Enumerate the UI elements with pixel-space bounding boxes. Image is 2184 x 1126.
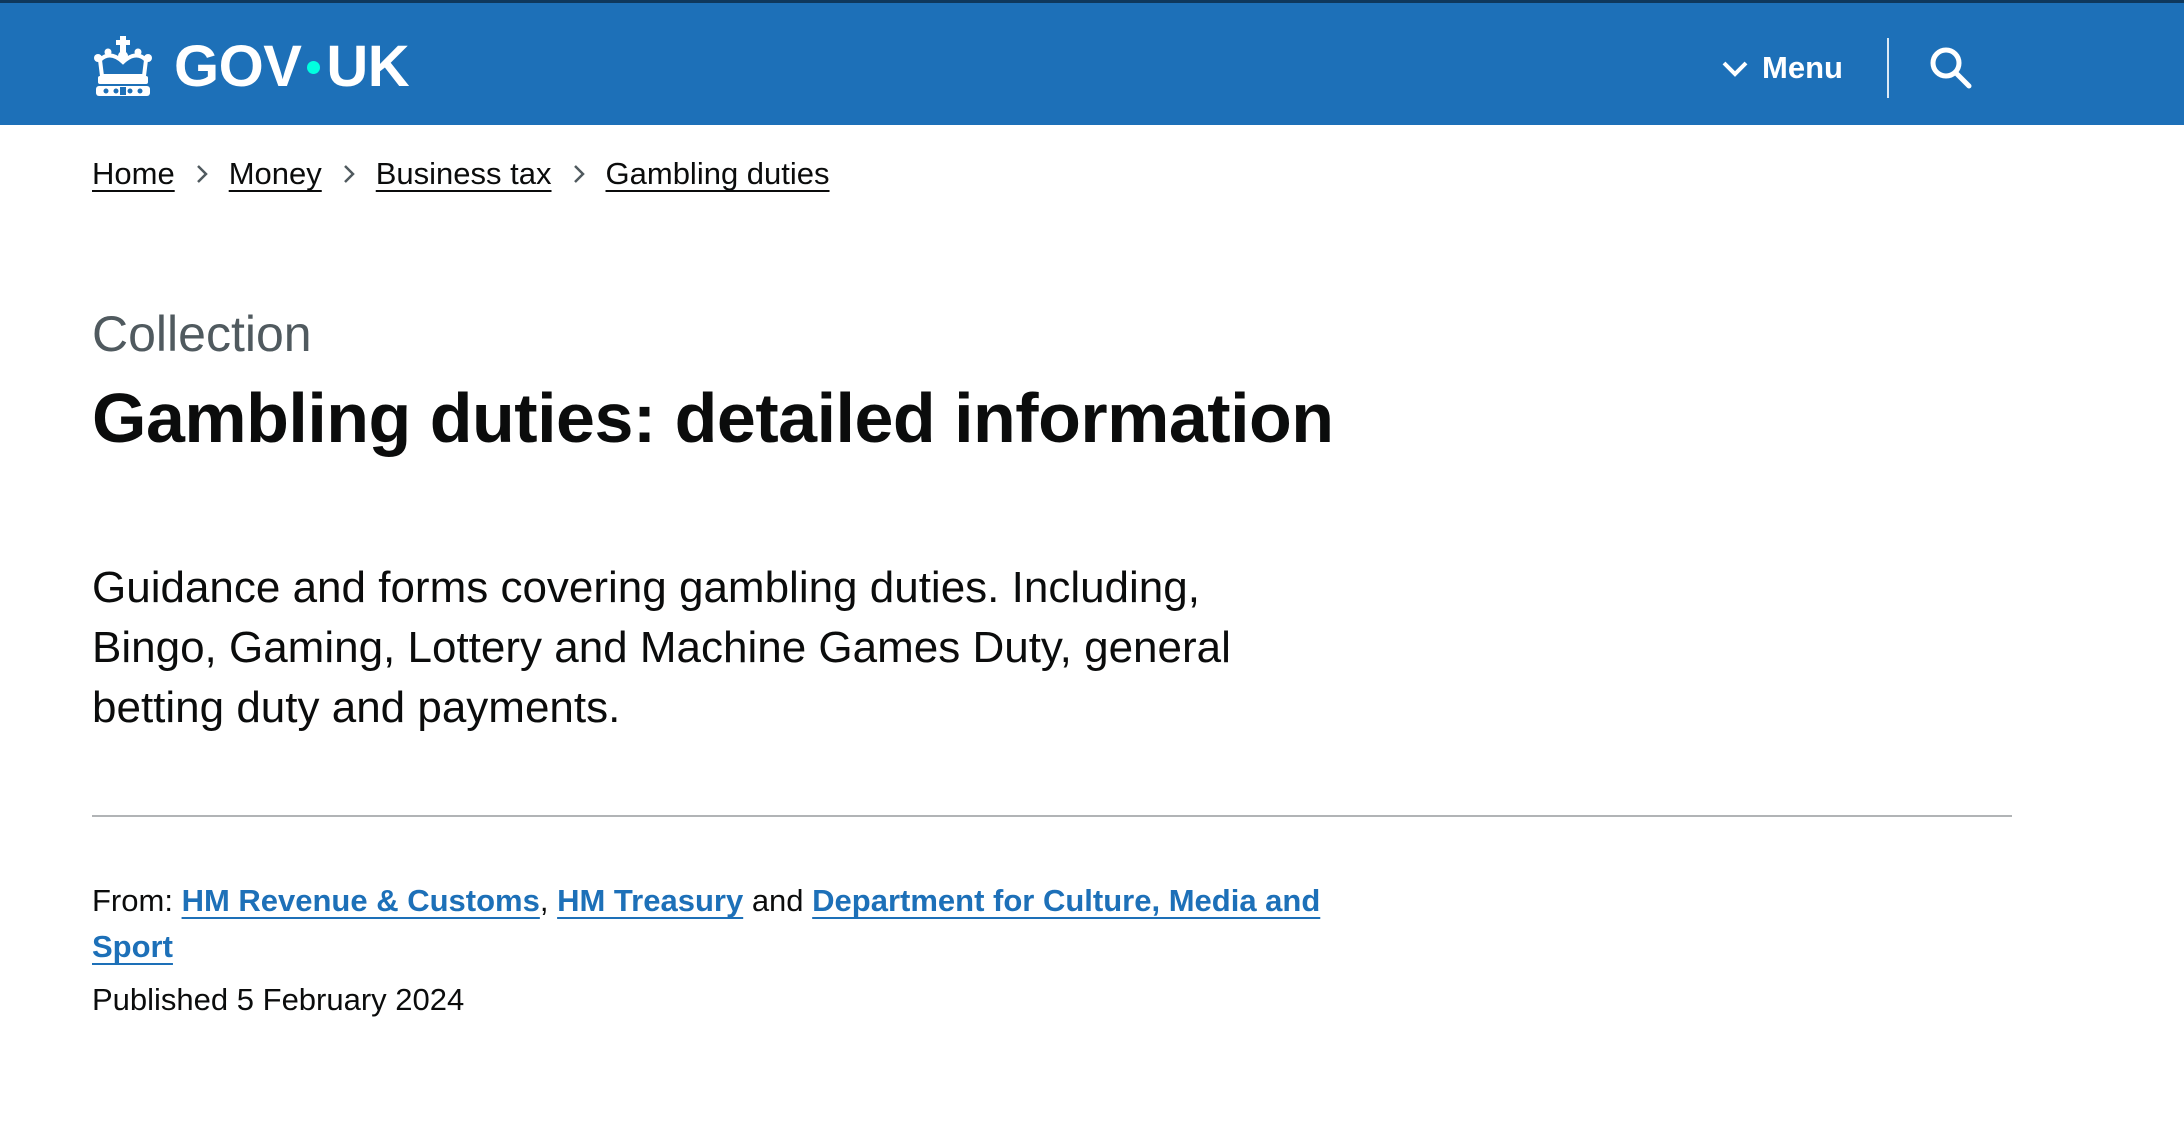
logo-text-uk: UK bbox=[326, 34, 410, 99]
separator-comma: , bbox=[539, 883, 549, 918]
breadcrumb: Home Money Business tax Gambling duties bbox=[92, 156, 830, 192]
breadcrumb-gambling-duties[interactable]: Gambling duties bbox=[606, 156, 830, 192]
header-divider bbox=[1887, 38, 1889, 98]
crown-icon bbox=[90, 36, 156, 98]
from-label: From: bbox=[92, 883, 173, 918]
published-date: 5 February 2024 bbox=[236, 982, 465, 1017]
logo-text-gov: GOV bbox=[174, 34, 302, 99]
separator-and: and bbox=[751, 883, 804, 918]
chevron-right-icon bbox=[572, 163, 586, 185]
breadcrumb-home[interactable]: Home bbox=[92, 156, 175, 192]
breadcrumb-money[interactable]: Money bbox=[229, 156, 322, 192]
from-organisations: From: HM Revenue & Customs, HM Treasury … bbox=[92, 878, 1332, 970]
site-header: GOV UK Menu bbox=[0, 0, 2184, 125]
menu-label: Menu bbox=[1762, 50, 1843, 85]
chevron-right-icon bbox=[342, 163, 356, 185]
govuk-wordmark: GOV UK bbox=[174, 34, 410, 99]
page-title: Gambling duties: detailed information bbox=[92, 379, 1334, 457]
breadcrumb-business-tax[interactable]: Business tax bbox=[376, 156, 552, 192]
page-caption: Collection bbox=[92, 306, 312, 362]
published-date-line: Published 5 February 2024 bbox=[92, 982, 464, 1018]
search-button[interactable] bbox=[1928, 45, 1974, 91]
search-icon bbox=[1928, 47, 1974, 95]
org-link-hm-treasury[interactable]: HM Treasury bbox=[557, 883, 743, 918]
chevron-right-icon bbox=[195, 163, 209, 185]
govuk-logo-link[interactable]: GOV UK bbox=[90, 29, 410, 105]
org-link-hmrc[interactable]: HM Revenue & Customs bbox=[182, 883, 540, 918]
section-divider bbox=[92, 815, 2012, 817]
menu-button[interactable]: Menu bbox=[1722, 43, 1843, 93]
published-label: Published bbox=[92, 982, 229, 1017]
logo-dot bbox=[307, 60, 321, 74]
chevron-down-icon bbox=[1722, 50, 1748, 86]
page-lead-paragraph: Guidance and forms covering gambling dut… bbox=[92, 563, 1231, 732]
